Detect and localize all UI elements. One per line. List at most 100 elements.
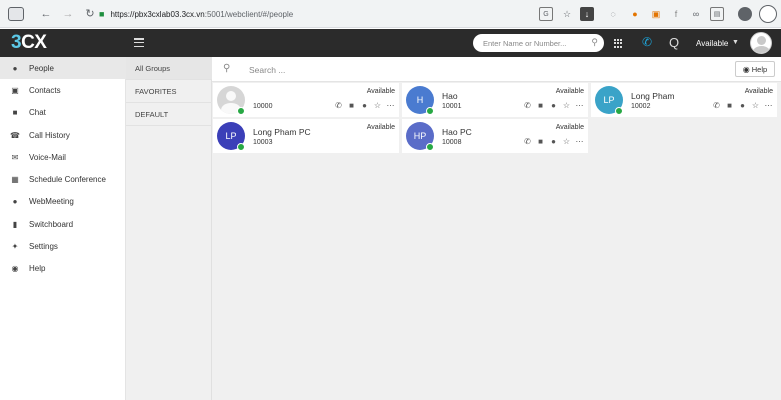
app-header: 3CX Enter Name or Number... ⚲ ✆ Q Availa… [0,29,781,57]
phone-icon[interactable]: ✆ [523,101,532,110]
chat-bubble-icon[interactable]: ■ [725,101,734,110]
star-icon[interactable]: ☆ [373,101,382,110]
help-button[interactable]: ◉ Help [735,61,775,77]
star-icon[interactable]: ☆ [562,101,571,110]
online-status-dot [426,107,434,115]
star-icon[interactable]: ☆ [560,7,574,21]
header-search-input[interactable]: Enter Name or Number... ⚲ [473,34,604,52]
status-dropdown[interactable]: Available [696,39,728,48]
phone-icon[interactable]: ✆ [712,101,721,110]
online-status-dot [237,107,245,115]
group-icon: ● [12,196,18,206]
download-icon[interactable]: ↓ [580,7,594,21]
sidebar-item-schedule-conference[interactable]: ▦ Schedule Conference [0,168,126,190]
card-actions: ✆ ■ ● ☆ ⋯ [523,101,584,110]
extension-dot-icon[interactable]: ● [628,7,642,21]
lifebuoy-icon: ◉ [742,64,750,74]
forward-icon[interactable]: → [60,6,76,22]
person-name: Long Pham PC [253,127,311,137]
chat-bubble-icon[interactable]: ■ [347,101,356,110]
chevron-down-icon[interactable]: ▼ [732,39,739,46]
phone-icon[interactable]: ✆ [523,137,532,146]
card-actions: ✆ ■ ● ☆ ⋯ [334,101,395,110]
star-icon[interactable]: ☆ [562,137,571,146]
online-status-dot [426,143,434,151]
group-icon[interactable]: ● [360,101,369,110]
tab-strip-icon[interactable] [8,6,24,21]
sidebar-item-help[interactable]: ◉ Help [0,257,126,279]
person-name: Long Pham [631,91,675,101]
phone-icon[interactable]: ✆ [642,35,652,49]
translate-icon[interactable]: G [539,7,553,21]
envelope-icon: ✉ [11,152,19,162]
sidebar-item-webmeeting[interactable]: ● WebMeeting [0,190,126,212]
person-icon: ● [12,63,18,73]
person-status: Available [366,124,395,131]
wrench-icon: ✦ [11,241,19,251]
person-extension: 10002 [631,103,651,110]
more-icon[interactable]: ⋯ [575,101,584,110]
more-icon[interactable]: ⋯ [764,101,773,110]
more-icon[interactable]: ⋯ [386,101,395,110]
sidebar-item-chat[interactable]: ■ Chat [0,101,126,123]
extension-circle-icon[interactable] [759,5,777,23]
group-default[interactable]: DEFAULT [126,103,212,126]
menu-toggle-icon[interactable] [134,38,144,47]
extension-square-icon[interactable]: ▣ [649,7,663,21]
sidebar-item-switchboard[interactable]: ▮ Switchboard [0,213,126,235]
person-extension: 10008 [442,139,462,146]
back-icon[interactable]: ← [38,6,54,22]
person-card[interactable]: 10000 Available ✆ ■ ● ☆ ⋯ [213,83,399,117]
person-card[interactable]: HP Hao PC 10008 Available ✆ ■ ● ☆ ⋯ [402,119,588,153]
person-extension: 10000 [253,103,273,110]
address-bar[interactable]: ■ https://pbx3cxlab03.3cx.vn:5001/webcli… [99,5,529,23]
person-status: Available [555,88,584,95]
person-card[interactable]: H Hao 10001 Available ✆ ■ ● ☆ ⋯ [402,83,588,117]
group-icon[interactable]: ● [738,101,747,110]
person-name: Hao [442,91,458,101]
more-icon[interactable]: ⋯ [575,137,584,146]
person-extension: 10003 [253,139,273,146]
star-icon[interactable]: ☆ [751,101,760,110]
facebook-icon[interactable]: f [669,7,683,21]
person-card[interactable]: LP Long Pham 10002 Available ✆ ■ ● ☆ ⋯ [591,83,777,117]
user-avatar[interactable] [750,32,772,54]
sidebar-item-contacts[interactable]: ▣ Contacts [0,79,126,101]
people-panel: ⚲ Search ... ◉ Help 10000 Available ✆ ■ … [212,57,781,400]
chat-bubble-icon[interactable]: ■ [536,101,545,110]
people-search-bar: ⚲ Search ... ◉ Help [212,57,781,82]
extension-link-icon[interactable]: ∞ [689,7,703,21]
3cx-logo[interactable]: 3CX [11,32,47,54]
sidebar-item-settings[interactable]: ✦ Settings [0,235,126,257]
search-icon: ⚲ [223,63,231,74]
search-icon[interactable]: ⚲ [591,37,598,48]
person-name: Hao PC [442,127,472,137]
group-icon[interactable]: ● [549,137,558,146]
phone-history-icon: ☎ [10,130,20,140]
sidebar-item-voice-mail[interactable]: ✉ Voice-Mail [0,146,126,168]
queue-icon[interactable]: Q [669,35,679,50]
person-status: Available [555,124,584,131]
group-icon[interactable]: ● [549,101,558,110]
sidebar-item-people[interactable]: ● People [0,57,126,79]
profile-icon[interactable] [738,7,752,21]
extension-box-icon[interactable]: ▤ [710,7,724,21]
person-status: Available [744,88,773,95]
card-actions: ✆ ■ ● ☆ ⋯ [523,137,584,146]
reload-icon[interactable]: ↻ [82,6,98,22]
chat-bubble-icon[interactable]: ■ [536,137,545,146]
online-status-dot [615,107,623,115]
calendar-icon: ▦ [11,174,19,184]
group-favorites[interactable]: FAVORITES [126,80,212,103]
people-search-input[interactable]: Search ... [249,65,285,75]
browser-toolbar: ← → ↻ ■ https://pbx3cxlab03.3cx.vn:5001/… [0,0,781,28]
dialpad-icon[interactable] [614,39,623,48]
sidebar-item-call-history[interactable]: ☎ Call History [0,124,126,146]
group-all-groups[interactable]: All Groups [126,57,212,80]
person-status: Available [366,88,395,95]
contact-book-icon: ▣ [11,85,19,95]
phone-icon[interactable]: ✆ [334,101,343,110]
extension-ring-icon[interactable]: ◌ [606,7,620,21]
person-card[interactable]: LP Long Pham PC 10003 Available [213,119,399,153]
sidebar: ● People ▣ Contacts ■ Chat ☎ Call Histor… [0,57,126,400]
